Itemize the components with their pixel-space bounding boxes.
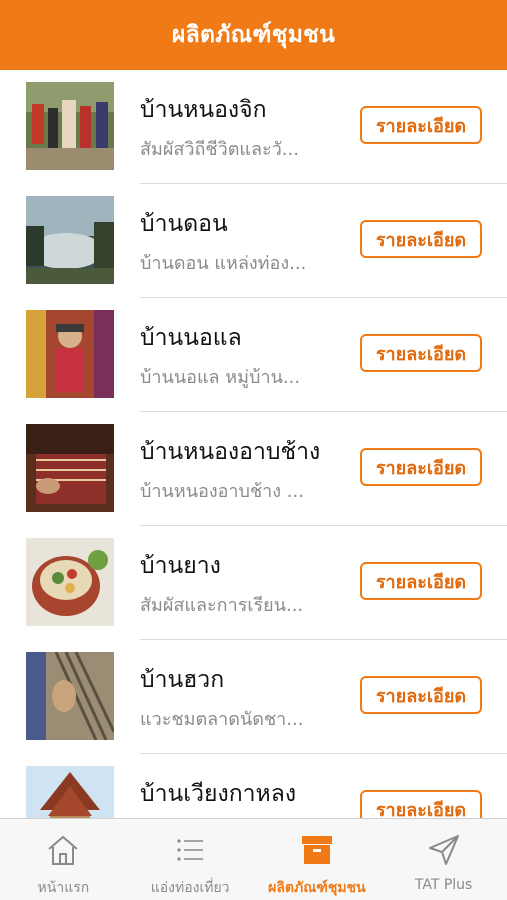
tab-tat-plus[interactable]: TAT Plus bbox=[380, 819, 507, 900]
item-description: สัมผัสวิถีชีวิตและวั... bbox=[140, 139, 299, 160]
village-thumbnail bbox=[26, 424, 114, 512]
item-description: บ้านดอน แหล่งท่อง... bbox=[140, 253, 307, 274]
detail-button[interactable]: รายละเอียด bbox=[360, 448, 482, 486]
list-item[interactable]: บ้านนอแล บ้านนอแล หมู่บ้าน... รายละเอียด bbox=[0, 298, 507, 412]
village-thumbnail bbox=[26, 82, 114, 170]
detail-button[interactable]: รายละเอียด bbox=[360, 790, 482, 818]
archive-box-icon bbox=[297, 831, 337, 869]
item-description: บ้านนอแล หมู่บ้าน... bbox=[140, 367, 301, 388]
item-title: บ้านฮวก bbox=[140, 667, 225, 693]
list-item[interactable]: บ้านหนองอาบช้าง บ้านหนองอาบช้าง ... รายล… bbox=[0, 412, 507, 526]
village-thumbnail bbox=[26, 538, 114, 626]
village-thumbnail bbox=[26, 766, 114, 818]
item-title: บ้านหนองอาบช้าง bbox=[140, 439, 321, 465]
home-icon bbox=[43, 831, 83, 869]
paper-plane-icon bbox=[424, 831, 464, 869]
tab-label: TAT Plus bbox=[414, 877, 473, 893]
list-item[interactable]: บ้านดอน บ้านดอน แหล่งท่อง... รายละเอียด bbox=[0, 184, 507, 298]
page-title: ผลิตภัณฑ์ชุมชน bbox=[171, 22, 336, 48]
header-bar: ผลิตภัณฑ์ชุมชน bbox=[0, 0, 507, 70]
list-item[interactable]: บ้านฮวก แวะชมตลาดนัดชา... รายละเอียด bbox=[0, 640, 507, 754]
village-thumbnail bbox=[26, 310, 114, 398]
tab-community-products[interactable]: ผลิตภัณฑ์ชุมชน bbox=[254, 819, 381, 900]
item-description: สัมผัสและการเรียน... bbox=[140, 595, 304, 616]
tab-label: แอ่งท่องเที่ยว bbox=[150, 880, 230, 896]
village-thumbnail bbox=[26, 652, 114, 740]
item-description: บ้านหนองอาบช้าง ... bbox=[140, 481, 304, 502]
village-thumbnail bbox=[26, 196, 114, 284]
list-icon bbox=[170, 831, 210, 869]
tab-label: หน้าแรก bbox=[37, 880, 90, 896]
tab-travel-basin[interactable]: แอ่งท่องเที่ยว bbox=[127, 819, 254, 900]
detail-button[interactable]: รายละเอียด bbox=[360, 676, 482, 714]
community-product-list[interactable]: บ้านหนองจิก สัมผัสวิถีชีวิตและวั... รายล… bbox=[0, 70, 507, 818]
tab-home[interactable]: หน้าแรก bbox=[0, 819, 127, 900]
detail-button[interactable]: รายละเอียด bbox=[360, 562, 482, 600]
item-title: บ้านนอแล bbox=[140, 325, 242, 351]
item-title: บ้านเวียงกาหลง bbox=[140, 781, 297, 807]
detail-button[interactable]: รายละเอียด bbox=[360, 106, 482, 144]
list-item[interactable]: บ้านยาง สัมผัสและการเรียน... รายละเอียด bbox=[0, 526, 507, 640]
item-description: แวะชมตลาดนัดชา... bbox=[140, 709, 304, 730]
tab-label: ผลิตภัณฑ์ชุมชน bbox=[268, 880, 366, 896]
detail-button[interactable]: รายละเอียด bbox=[360, 334, 482, 372]
item-title: บ้านดอน bbox=[140, 211, 228, 237]
item-title: บ้านยาง bbox=[140, 553, 221, 579]
item-title: บ้านหนองจิก bbox=[140, 97, 267, 123]
detail-button[interactable]: รายละเอียด bbox=[360, 220, 482, 258]
bottom-tab-bar: หน้าแรก แอ่งท่องเที่ยว ผลิตภัณฑ์ชุมชน TA… bbox=[0, 818, 507, 900]
app-screen: ผลิตภัณฑ์ชุมชน บ้านหนองจิก สัมผัสวิถีชีว… bbox=[0, 0, 507, 900]
list-item[interactable]: บ้านหนองจิก สัมผัสวิถีชีวิตและวั... รายล… bbox=[0, 70, 507, 184]
list-item[interactable]: บ้านเวียงกาหลง รายละเอียด bbox=[0, 754, 507, 818]
